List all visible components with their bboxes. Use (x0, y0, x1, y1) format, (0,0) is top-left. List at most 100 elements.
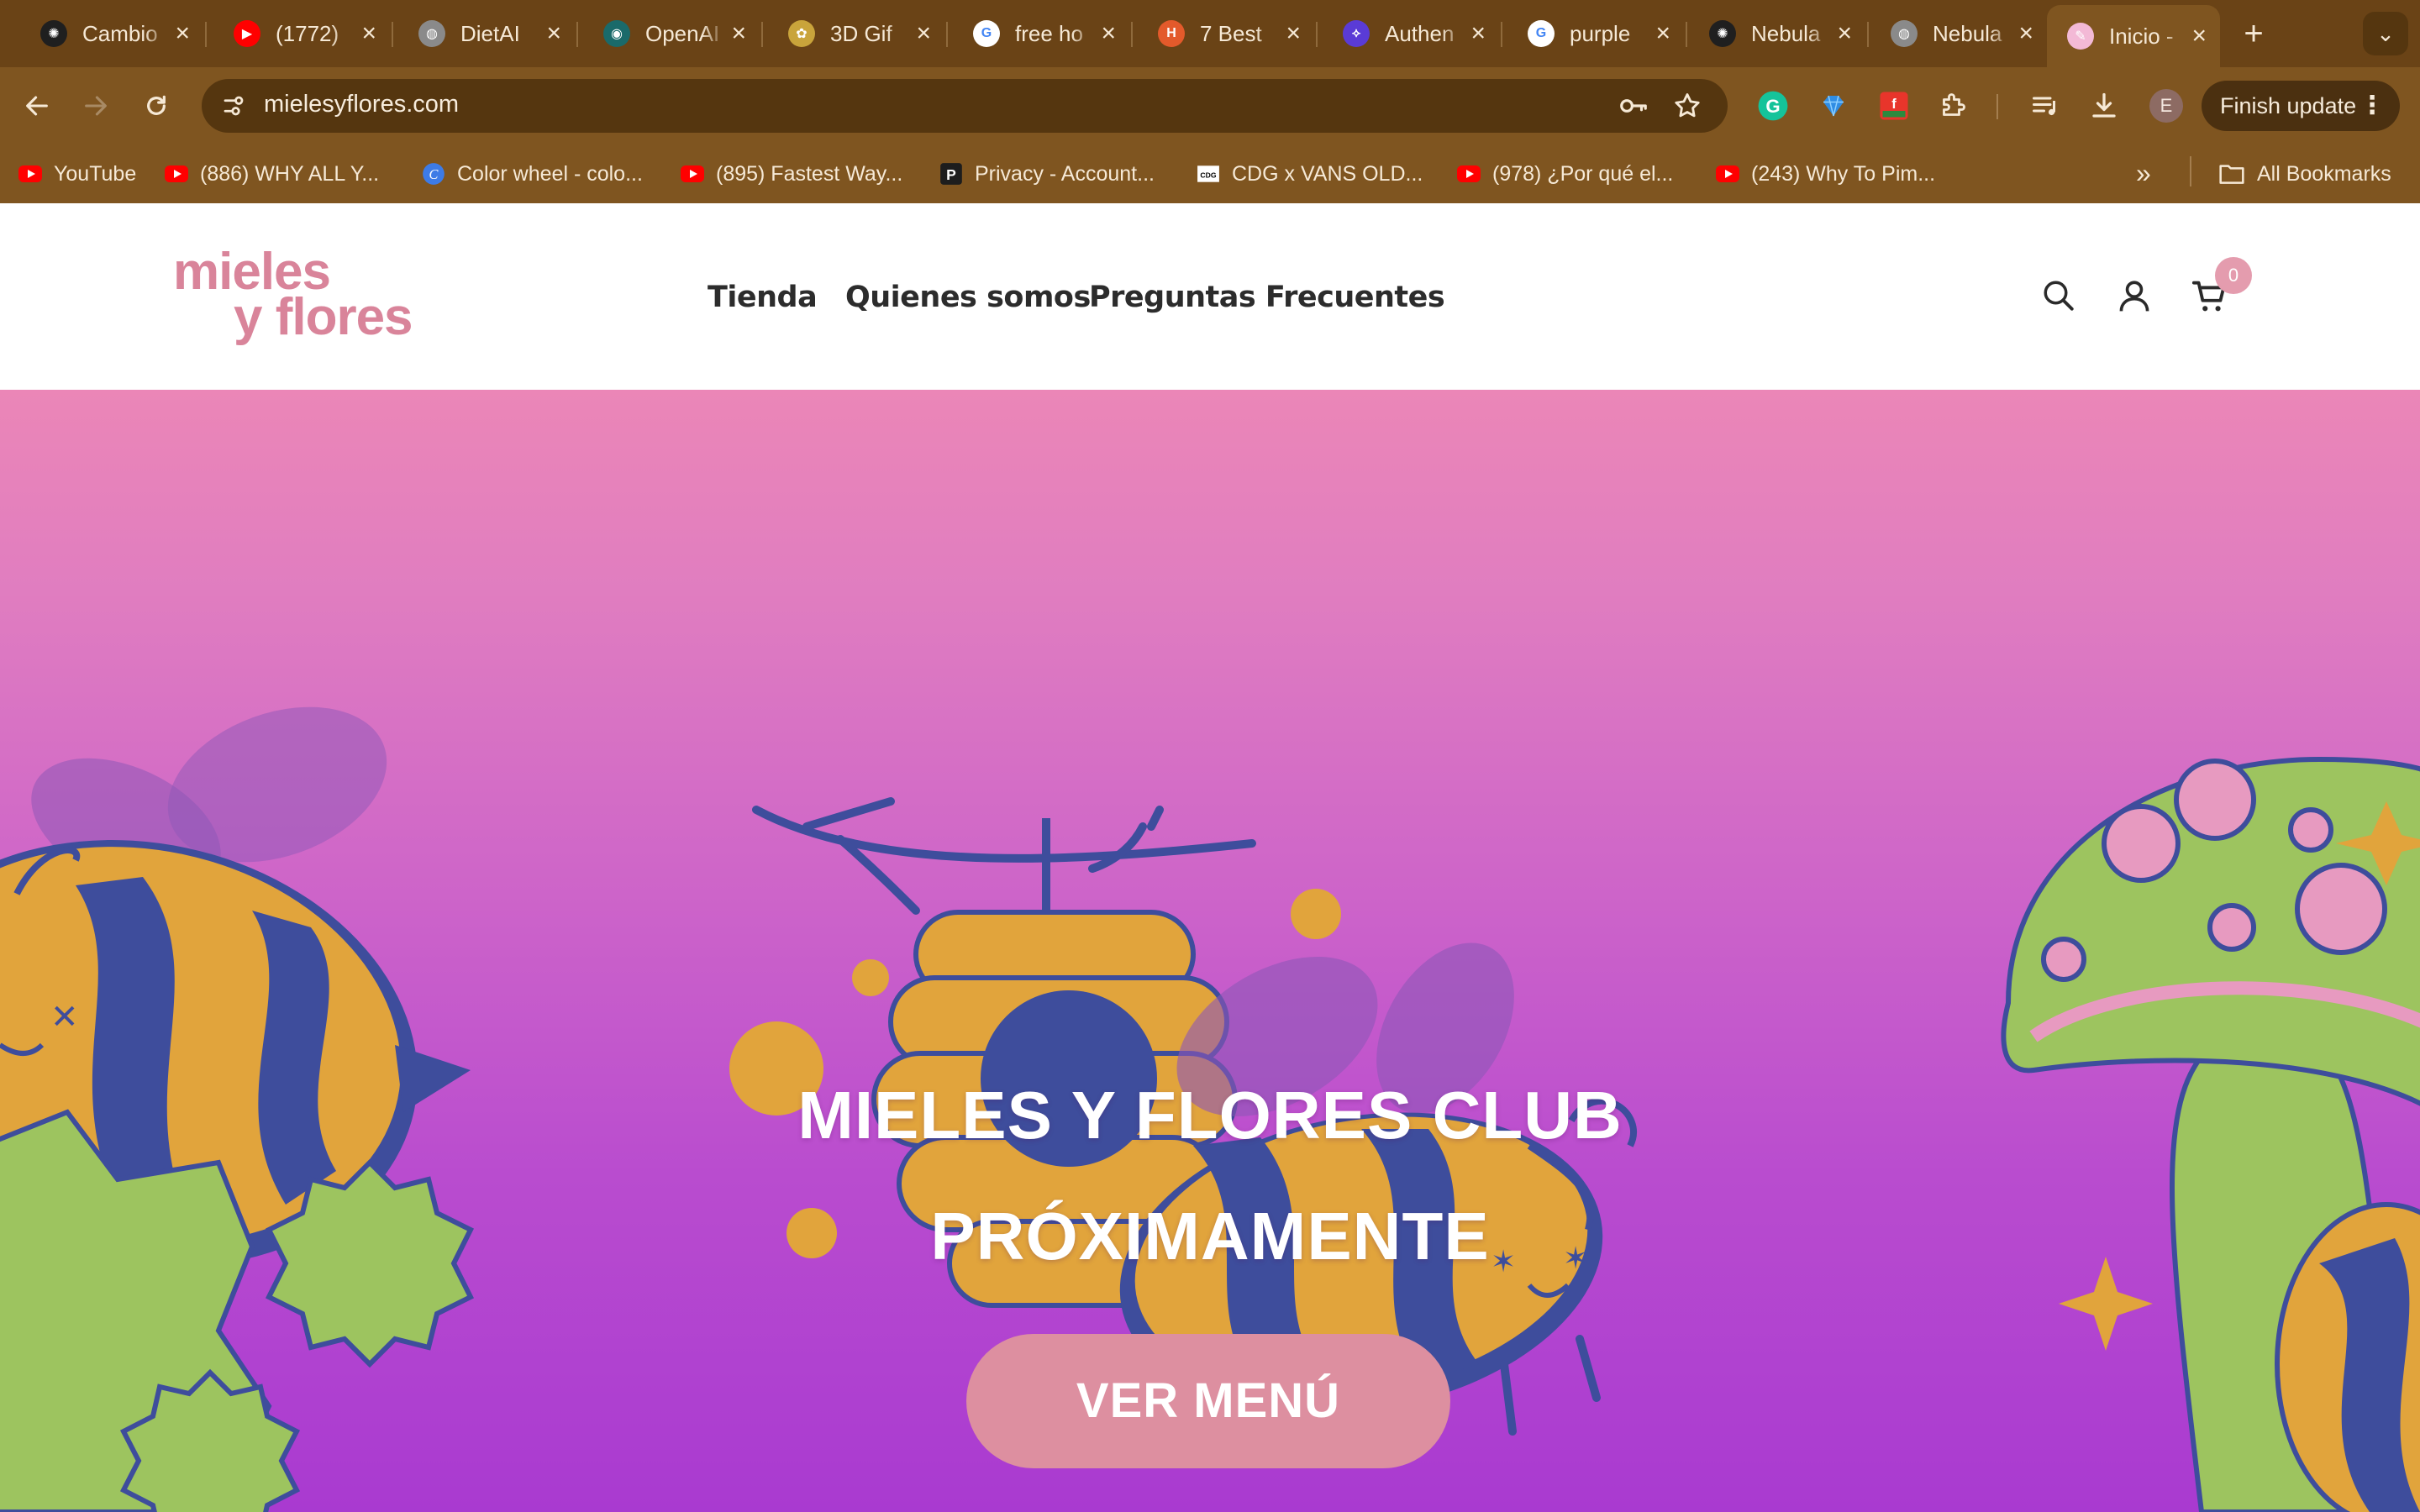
back-arrow-icon (26, 96, 48, 116)
hero-title: MIELES Y FLORES CLUB (797, 1078, 1623, 1152)
bookmark-item[interactable]: (895) Fastest Way... (681, 160, 902, 188)
finish-update-label: Finish update (2220, 92, 2357, 118)
browser-tab[interactable]: ✺ Nebula × (1689, 8, 1865, 59)
tab-title: free ho (1015, 20, 1083, 46)
grammarly-icon[interactable]: G (1754, 87, 1791, 124)
tab-close-icon[interactable]: × (1655, 21, 1670, 46)
bookmark-item[interactable]: P Privacy - Account... (939, 160, 1155, 188)
youtube-icon: ▶ (234, 20, 260, 47)
tab-separator (1867, 22, 1869, 47)
google-icon: G (1528, 20, 1555, 47)
browser-tab[interactable]: ◍ DietAI × (398, 8, 575, 59)
site-header: mieles y flores Tienda Quienes somos Pre… (0, 203, 2420, 390)
kebab-menu-icon[interactable]: ⋮ (2360, 91, 2385, 121)
mieles-icon: ✎ (2067, 23, 2094, 50)
folder-icon (2219, 165, 2244, 184)
svg-text:C: C (429, 166, 439, 182)
back-button[interactable] (15, 84, 59, 128)
browser-tab[interactable]: ✺ Cambio × (20, 8, 203, 59)
tab-title: Nebula (1751, 20, 1821, 46)
tab-title: Cambio (82, 20, 158, 46)
flash-2023-icon[interactable]: f (1876, 87, 1912, 124)
tab-title: purple (1570, 20, 1631, 46)
url-text[interactable]: mielesyflores.com (264, 91, 459, 118)
account-icon[interactable] (2114, 276, 2154, 316)
tab-close-icon[interactable]: × (546, 21, 561, 46)
all-bookmarks-folder[interactable]: All Bookmarks (2218, 160, 2391, 188)
browser-tab[interactable]: ✿ 3D Gif × (768, 8, 944, 59)
tab-separator (1316, 22, 1318, 47)
openai-icon: ✺ (40, 20, 67, 47)
site-logo[interactable]: mieles y flores (173, 246, 417, 351)
bookmark-item[interactable]: YouTube (18, 160, 136, 188)
tab-close-icon[interactable]: × (1470, 21, 1486, 46)
download-icon[interactable] (2086, 87, 2123, 124)
tab-search-button[interactable]: ⌄ (2363, 12, 2408, 55)
tab-close-icon[interactable]: × (2191, 24, 2207, 49)
reload-button[interactable] (134, 84, 178, 128)
globe-icon: ◍ (418, 20, 445, 47)
tab-title: Inicio - (2109, 23, 2174, 49)
bookmark-item[interactable]: CDG CDG x VANS OLD... (1197, 160, 1423, 188)
browser-tab[interactable]: ⟡ Authen × (1323, 8, 1499, 59)
tab-title: DietAI (460, 20, 520, 46)
media-queue-icon[interactable] (2027, 87, 2064, 124)
nav-tienda[interactable]: Tienda (708, 281, 818, 314)
bookmark-item[interactable]: (243) Why To Pim... (1716, 160, 1935, 188)
browser-tab[interactable]: ◍ Nebula × (1870, 8, 2047, 59)
nav-preguntas-frecuentes[interactable]: Preguntas Frecuentes (1089, 281, 1445, 314)
tab-title: 7 Best (1200, 20, 1262, 46)
tab-separator (205, 22, 207, 47)
extensions-puzzle-icon[interactable] (1934, 87, 1971, 124)
search-icon[interactable] (2039, 276, 2079, 316)
hero-subtitle: PRÓXIMAMENTE (930, 1199, 1490, 1273)
tab-close-icon[interactable]: × (731, 21, 746, 46)
bookmark-label: (895) Fastest Way... (716, 161, 903, 186)
new-tab-button[interactable]: + (2232, 12, 2275, 55)
site-info-icon[interactable] (215, 87, 252, 124)
browser-tab[interactable]: Gpurple × (1507, 8, 1684, 59)
svg-text:✕: ✕ (50, 998, 79, 1037)
svg-text:G: G (1765, 96, 1780, 117)
tab-close-icon[interactable]: × (1286, 21, 1301, 46)
browser-toolbar: mielesyflores.com G f E Finish update ⋮ (0, 67, 2420, 144)
nav-quienes-somos[interactable]: Quienes somos (845, 281, 1091, 314)
tab-title: Nebula (1933, 20, 2002, 46)
forward-button[interactable] (74, 84, 118, 128)
tab-close-icon[interactable]: × (175, 21, 190, 46)
tab-separator (761, 22, 763, 47)
tab-close-icon[interactable]: × (1837, 21, 1852, 46)
browser-tab[interactable]: ✎ Inicio - × (2047, 5, 2220, 67)
tab-strip: ✺ Cambio × ▶ (1772) × ◍ DietAI × ◉ OpenAI × ✿ 3D Gif ×… (0, 0, 2420, 67)
bookmark-item[interactable]: C Color wheel - colo... (422, 160, 643, 188)
youtube-icon (1457, 162, 1481, 186)
tab-close-icon[interactable]: × (361, 21, 376, 46)
more-bookmarks-chevron-icon[interactable]: » (2136, 158, 2151, 189)
address-bar[interactable]: mielesyflores.com (202, 79, 1728, 133)
tab-separator (1686, 22, 1687, 47)
tab-close-icon[interactable]: × (2018, 21, 2033, 46)
finish-update-button[interactable]: Finish update ⋮ (2202, 81, 2400, 131)
google-icon: G (973, 20, 1000, 47)
browser-tab[interactable]: ◉ OpenAI × (583, 8, 760, 59)
tab-close-icon[interactable]: × (1101, 21, 1116, 46)
bookmark-star-icon[interactable] (1670, 89, 1704, 123)
youtube-icon (1716, 162, 1739, 186)
browser-tab[interactable]: H 7 Best × (1138, 8, 1314, 59)
browser-tab[interactable]: ▶ (1772) × (213, 8, 390, 59)
gem-extension-icon[interactable] (1815, 87, 1852, 124)
bookmark-item[interactable]: (978) ¿Por qué el... (1457, 160, 1673, 188)
tab-close-icon[interactable]: × (916, 21, 931, 46)
youtube-icon (165, 162, 188, 186)
bookmarks-bar: YouTube (886) WHY ALL Y... C Color wheel - … (0, 144, 2420, 203)
canva-icon: C (422, 162, 445, 186)
bookmark-item[interactable]: (886) WHY ALL Y... (165, 160, 379, 188)
ver-menu-button[interactable]: VER MENÚ (966, 1334, 1450, 1468)
tab-separator (946, 22, 948, 47)
tab-title: 3D Gif (830, 20, 892, 46)
password-key-icon[interactable] (1617, 89, 1650, 123)
profile-avatar[interactable]: E (2149, 89, 2183, 123)
bookmark-label: CDG x VANS OLD... (1232, 161, 1423, 186)
logo-line-2: y flores (234, 288, 413, 346)
browser-tab[interactable]: Gfree ho × (953, 8, 1129, 59)
